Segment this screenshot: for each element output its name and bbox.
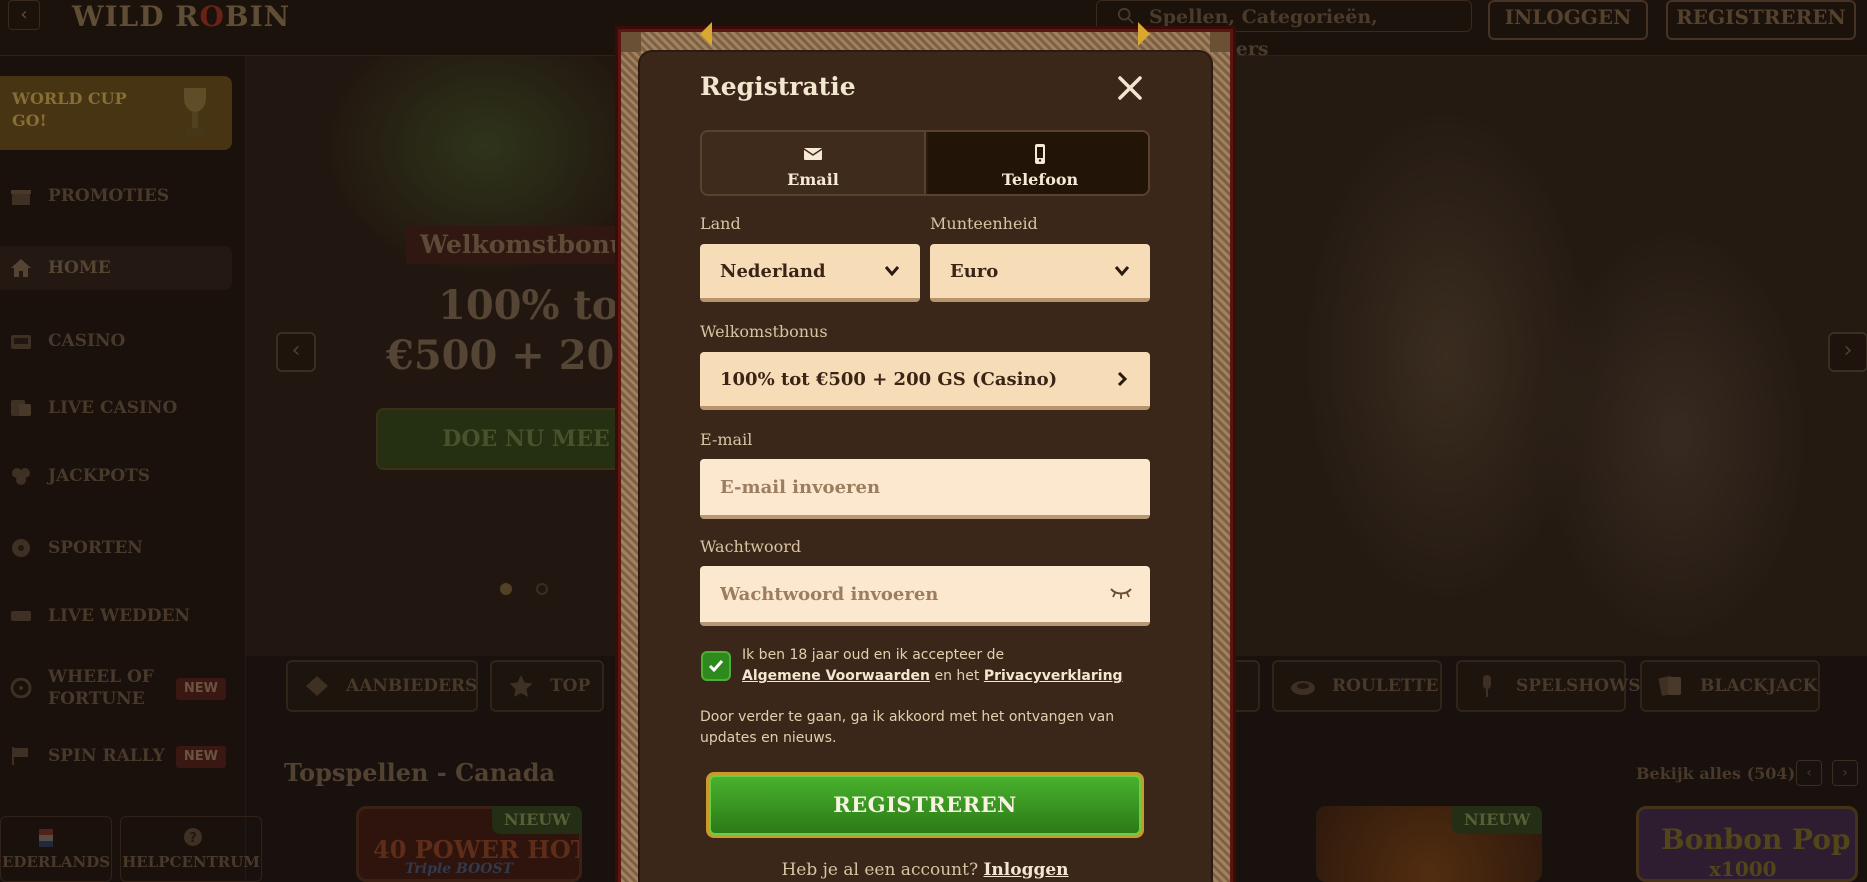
terms-prefix: Ik ben 18 jaar oud en ik accepteer de [742,647,1005,663]
email-field[interactable] [700,459,1150,519]
password-field[interactable] [700,566,1150,626]
have-account-text: Heb je al een account? [781,860,979,880]
bonus-value: 100% tot €500 + 200 GS (Casino) [720,369,1058,390]
checkmark-icon [708,660,724,673]
eye-closed-icon[interactable] [1110,586,1132,600]
chevron-right-icon [1117,372,1128,386]
password-label: Wachtwoord [700,537,802,556]
bonus-select[interactable]: 100% tot €500 + 200 GS (Casino) [700,352,1150,410]
password-input[interactable] [720,566,1100,622]
terms-text: Ik ben 18 jaar oud en ik accepteer de Al… [742,645,1123,687]
modal-corner [1210,32,1230,52]
terms-checkbox[interactable] [701,651,731,681]
currency-label: Munteenheid [930,214,1038,233]
privacy-link[interactable]: Privacyverklaring [984,668,1123,684]
country-value: Nederland [720,261,826,282]
currency-value: Euro [950,261,999,282]
tab-label: Email [787,170,839,189]
tab-label: Telefoon [1001,170,1079,189]
consent-text: Door verder te gaan, ga ik akkoord met h… [700,709,1115,746]
phone-icon [1035,144,1045,164]
tab-email[interactable]: Email [702,132,926,194]
bonus-label: Welkomstbonus [700,322,828,341]
registration-method-tabs: Email Telefoon [700,130,1150,196]
button-ornament-right [1138,22,1150,46]
submit-register-button[interactable]: REGISTREREN [709,775,1141,835]
tab-telefoon[interactable]: Telefoon [928,132,1148,194]
country-label: Land [700,214,741,233]
button-ornament-left [700,22,712,46]
currency-select[interactable]: Euro [930,244,1150,302]
chevron-down-icon [1114,266,1130,277]
terms-mid: en het [934,668,980,684]
envelope-icon [803,148,823,160]
login-link[interactable]: Inloggen [983,860,1068,880]
country-select[interactable]: Nederland [700,244,920,302]
submit-button-frame: REGISTREREN [706,772,1144,838]
modal-corner [621,32,641,52]
terms-link[interactable]: Algemene Voorwaarden [742,668,930,684]
login-prompt: Heb je al een account? Inloggen [700,860,1150,880]
close-icon[interactable] [1114,72,1146,104]
modal-title: Registratie [700,72,856,101]
email-label: E-mail [700,430,753,449]
chevron-down-icon [884,266,900,277]
email-input[interactable] [720,459,1100,515]
